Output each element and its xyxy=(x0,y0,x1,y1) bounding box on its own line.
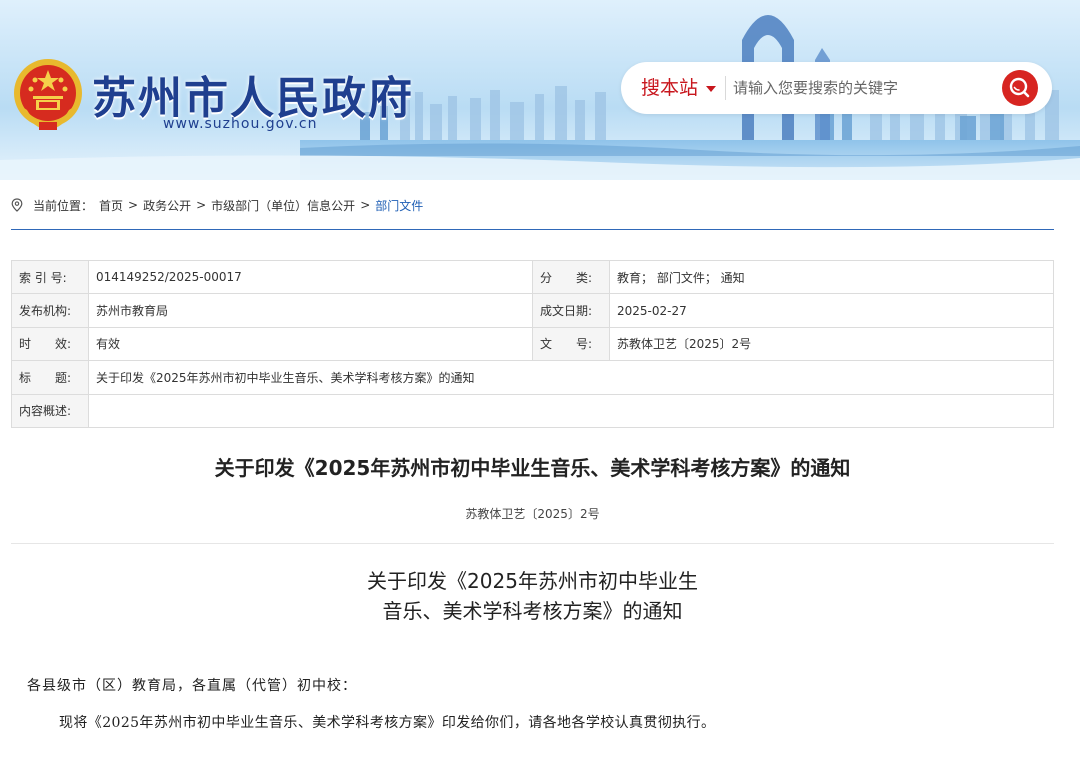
document-number-label: 文 号: xyxy=(532,326,610,362)
caret-down-icon xyxy=(706,85,717,92)
summary-label: 内容概述: xyxy=(11,393,89,428)
breadcrumb-gov-affairs[interactable]: 政务公开 xyxy=(143,197,191,214)
title-value: 关于印发《2025年苏州市初中毕业生音乐、美术学科考核方案》的通知 xyxy=(88,360,1054,395)
search-box: 搜本站 xyxy=(621,62,1052,114)
table-row: 发布机构: 苏州市教育局 成文日期: 2025-02-27 xyxy=(11,293,1054,328)
article-divider xyxy=(11,543,1054,544)
breadcrumb-prefix: 当前位置： xyxy=(33,198,94,213)
summary-value xyxy=(88,393,1054,428)
index-number-label: 索 引 号: xyxy=(11,259,89,295)
search-scope-dropdown[interactable]: 搜本站 xyxy=(641,75,717,101)
table-row: 标 题: 关于印发《2025年苏州市初中毕业生音乐、美术学科考核方案》的通知 xyxy=(11,360,1054,395)
article-title: 关于印发《2025年苏州市初中毕业生音乐、美术学科考核方案》的通知 xyxy=(214,456,851,480)
search-button[interactable] xyxy=(1002,70,1038,106)
salutation: 各县级市（区）教育局，各直属（代管）初中校： xyxy=(27,678,357,694)
publisher-label: 发布机构: xyxy=(11,293,89,328)
header-banner: 苏州市人民政府 www.suzhou.gov.cn 搜本站 xyxy=(0,0,1080,180)
validity-value: 有效 xyxy=(88,326,533,362)
breadcrumb: 当前位置： 首页 > 政务公开 > 市级部门（单位）信息公开 > 部门文件 xyxy=(11,196,423,214)
body-title-line-2: 音乐、美术学科考核方案》的通知 xyxy=(382,599,683,623)
issue-date-value: 2025-02-27 xyxy=(609,293,1054,328)
document-metadata-table: 索 引 号: 014149252/2025-00017 分 类: 教育； 部门文… xyxy=(11,259,1054,428)
body-title-line-1: 关于印发《2025年苏州市初中毕业生 xyxy=(367,569,698,593)
table-row: 索 引 号: 014149252/2025-00017 分 类: 教育； 部门文… xyxy=(11,259,1054,295)
site-url: www.suzhou.gov.cn xyxy=(163,116,318,132)
breadcrumb-home[interactable]: 首页 xyxy=(99,197,123,214)
category-value: 教育； 部门文件； 通知 xyxy=(609,259,1054,295)
breadcrumb-dept-documents[interactable]: 部门文件 xyxy=(375,197,423,214)
breadcrumb-divider xyxy=(11,229,1054,230)
issue-date-label: 成文日期: xyxy=(532,293,610,328)
table-row: 内容概述: xyxy=(11,393,1054,428)
breadcrumb-dept-disclosure[interactable]: 市级部门（单位）信息公开 xyxy=(211,197,355,214)
national-emblem-icon xyxy=(14,59,82,130)
search-scope-label: 搜本站 xyxy=(641,77,699,99)
body-paragraph: 现将《2025年苏州市初中毕业生音乐、美术学科考核方案》印发给你们，请各地各学校… xyxy=(59,715,716,731)
breadcrumb-separator: > xyxy=(360,198,371,212)
search-input[interactable] xyxy=(733,74,993,102)
table-row: 时 效: 有效 文 号: 苏教体卫艺〔2025〕2号 xyxy=(11,326,1054,362)
category-label: 分 类: xyxy=(532,259,610,295)
index-number-value: 014149252/2025-00017 xyxy=(88,259,533,295)
document-number-value: 苏教体卫艺〔2025〕2号 xyxy=(609,326,1054,362)
search-icon xyxy=(1009,77,1030,98)
title-label: 标 题: xyxy=(11,360,89,395)
article-document-number: 苏教体卫艺〔2025〕2号 xyxy=(465,507,600,521)
search-divider xyxy=(725,76,726,100)
publisher-value: 苏州市教育局 xyxy=(88,293,533,328)
breadcrumb-separator: > xyxy=(196,198,207,212)
location-pin-icon xyxy=(11,198,23,212)
body-title: 关于印发《2025年苏州市初中毕业生 音乐、美术学科考核方案》的通知 xyxy=(0,566,1065,626)
validity-label: 时 效: xyxy=(11,326,89,362)
breadcrumb-separator: > xyxy=(128,198,139,212)
